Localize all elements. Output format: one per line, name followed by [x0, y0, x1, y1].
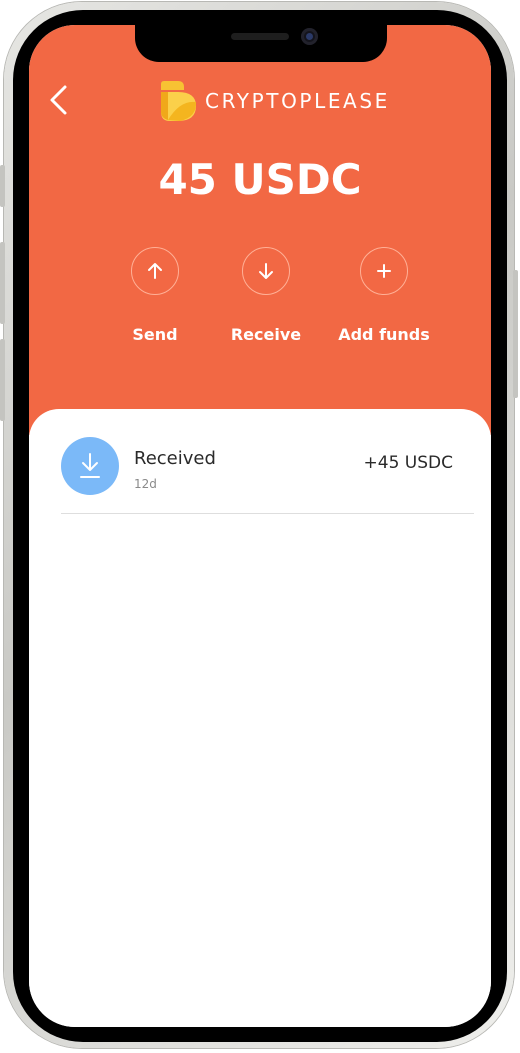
- camera-notch: [135, 25, 387, 62]
- receive-icon-circle: [242, 247, 290, 295]
- transaction-amount: +45 USDC: [363, 453, 453, 473]
- power-button: [513, 270, 518, 398]
- speaker-grille: [231, 33, 289, 40]
- add-funds-button[interactable]: Add funds: [319, 247, 449, 344]
- back-button[interactable]: [43, 83, 77, 117]
- chevron-left-icon: [50, 85, 67, 115]
- add-funds-label: Add funds: [338, 325, 430, 344]
- download-icon: [80, 453, 100, 478]
- transactions-panel: Received 12d +45 USDC: [29, 409, 491, 1027]
- volume-up-button: [0, 242, 5, 324]
- wallet-header: CRYPTOPLEASE 45 USDC Send Receive Add fu…: [29, 25, 491, 435]
- arrow-up-icon: [148, 263, 162, 279]
- silent-switch: [0, 165, 5, 207]
- add-funds-icon-circle: [360, 247, 408, 295]
- transaction-icon-circle: [61, 437, 119, 495]
- front-camera: [301, 28, 318, 45]
- transaction-row[interactable]: Received 12d +45 USDC: [61, 437, 473, 515]
- plus-icon: [377, 264, 391, 278]
- arrow-down-icon: [259, 263, 273, 279]
- receive-label: Receive: [230, 325, 302, 344]
- wallet-balance: 45 USDC: [158, 155, 362, 204]
- transaction-divider: [61, 513, 474, 514]
- transaction-title: Received: [134, 448, 216, 469]
- cryptoplease-logo-icon: [161, 81, 197, 121]
- volume-down-button: [0, 339, 5, 421]
- transaction-time: 12d: [134, 477, 157, 491]
- app-screen: CRYPTOPLEASE 45 USDC Send Receive Add fu…: [29, 25, 491, 1027]
- receive-button[interactable]: Receive: [201, 247, 331, 344]
- send-icon-circle: [131, 247, 179, 295]
- brand-logo: CRYPTOPLEASE: [158, 80, 390, 122]
- brand-name: CRYPTOPLEASE: [205, 89, 390, 113]
